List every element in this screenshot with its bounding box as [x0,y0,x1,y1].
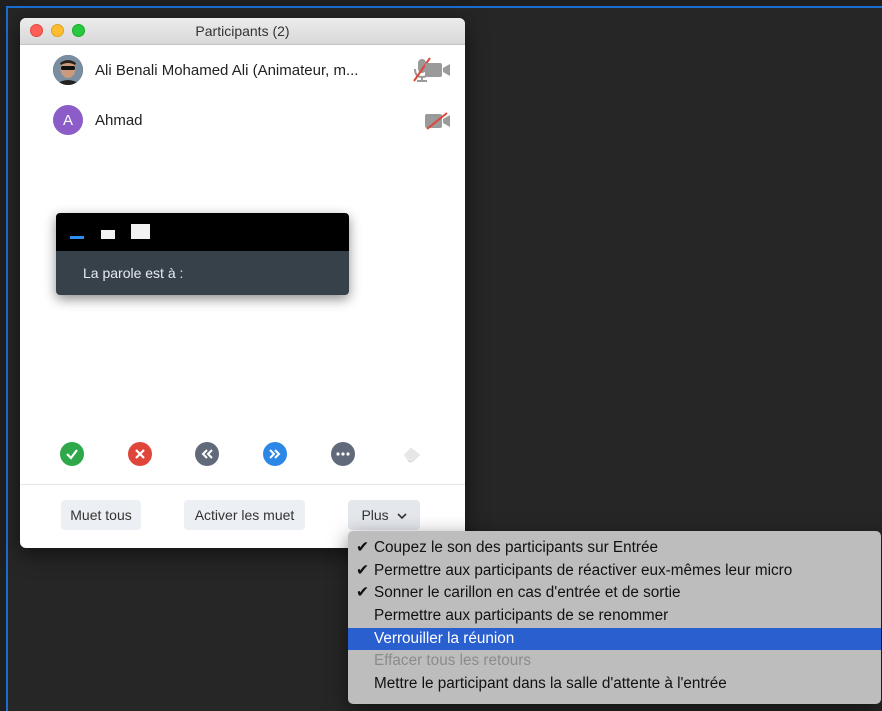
menu-item-lock-meeting[interactable]: Verrouiller la réunion [348,627,881,651]
unmute-all-button[interactable]: Activer les muet [184,500,305,530]
yes-reaction-button[interactable] [60,442,84,466]
close-window-button[interactable] [30,24,43,37]
check-icon [66,449,78,460]
active-speaker-panel[interactable]: La parole est à : [56,213,349,295]
participants-window: Participants (2) Ali Benali Mohamed Ali … [20,18,465,548]
menu-item-label: Sonner le carillon en cas d'entrée et de… [374,584,681,602]
more-options-button[interactable]: Plus [348,500,420,530]
more-options-menu: ✔ Coupez le son des participants sur Entr… [348,531,881,704]
menu-item-label: Verrouiller la réunion [374,629,515,647]
maximize-window-button[interactable] [72,24,85,37]
fast-forward-icon [269,449,281,459]
small-view-icon[interactable] [101,230,115,239]
video-camera-icon[interactable] [425,62,451,78]
eraser-icon [403,447,421,463]
video-off-icon[interactable] [425,112,451,130]
menu-item-allow-rename[interactable]: Permettre aux participants de se renomme… [348,605,881,628]
minimize-view-icon[interactable] [70,236,84,239]
participant-avatar-letter: A [53,105,83,135]
minimize-window-button[interactable] [51,24,64,37]
checkmark-icon: ✔ [356,584,369,602]
slower-reaction-button[interactable] [195,442,219,466]
menu-item-label: Permettre aux participants de réactiver … [374,561,793,579]
speaker-label: La parole est à : [56,251,349,295]
feedback-reactions [20,442,465,472]
menu-item-label: Effacer tous les retours [374,652,532,670]
faster-reaction-button[interactable] [263,442,287,466]
title-bar: Participants (2) [20,18,465,45]
menu-item-label: Permettre aux participants de se renomme… [374,607,669,625]
participant-row[interactable]: A Ahmad [20,102,465,138]
chevron-down-icon [396,513,407,520]
window-controls [30,24,85,37]
participant-name: Ali Benali Mohamed Ali (Animateur, m... [95,61,359,79]
menu-item-allow-unmute[interactable]: ✔ Permettre aux participants de réactiver… [348,560,881,583]
large-view-icon[interactable] [131,224,150,239]
more-options-label: Plus [361,507,389,523]
no-reaction-button[interactable] [128,442,152,466]
x-icon [135,449,145,459]
menu-item-mute-on-entry[interactable]: ✔ Coupez le son des participants sur Entr… [348,537,881,560]
menu-item-waiting-room[interactable]: Mettre le participant dans la salle d'at… [348,673,881,696]
participant-row-host[interactable]: Ali Benali Mohamed Ali (Animateur, m... [20,52,465,88]
footer-divider [20,484,465,485]
speaker-view-controls [56,213,349,251]
user-photo-icon [53,55,83,85]
window-title: Participants (2) [195,23,290,39]
checkmark-icon: ✔ [356,539,369,556]
participant-avatar-photo [53,55,83,85]
checkmark-icon: ✔ [356,561,369,579]
clear-feedback-button[interactable] [400,442,424,466]
more-reactions-button[interactable] [331,442,355,466]
menu-item-clear-feedback: Effacer tous les retours [348,650,881,673]
rewind-icon [201,449,213,459]
menu-item-label: Coupez le son des participants sur Entré… [374,539,659,556]
mute-all-button[interactable]: Muet tous [61,500,141,530]
participant-name: Ahmad [95,111,143,129]
menu-item-label: Mettre le participant dans la salle d'at… [374,675,727,693]
ellipsis-icon [336,452,350,456]
menu-item-entry-chime[interactable]: ✔ Sonner le carillon en cas d'entrée et d… [348,582,881,605]
